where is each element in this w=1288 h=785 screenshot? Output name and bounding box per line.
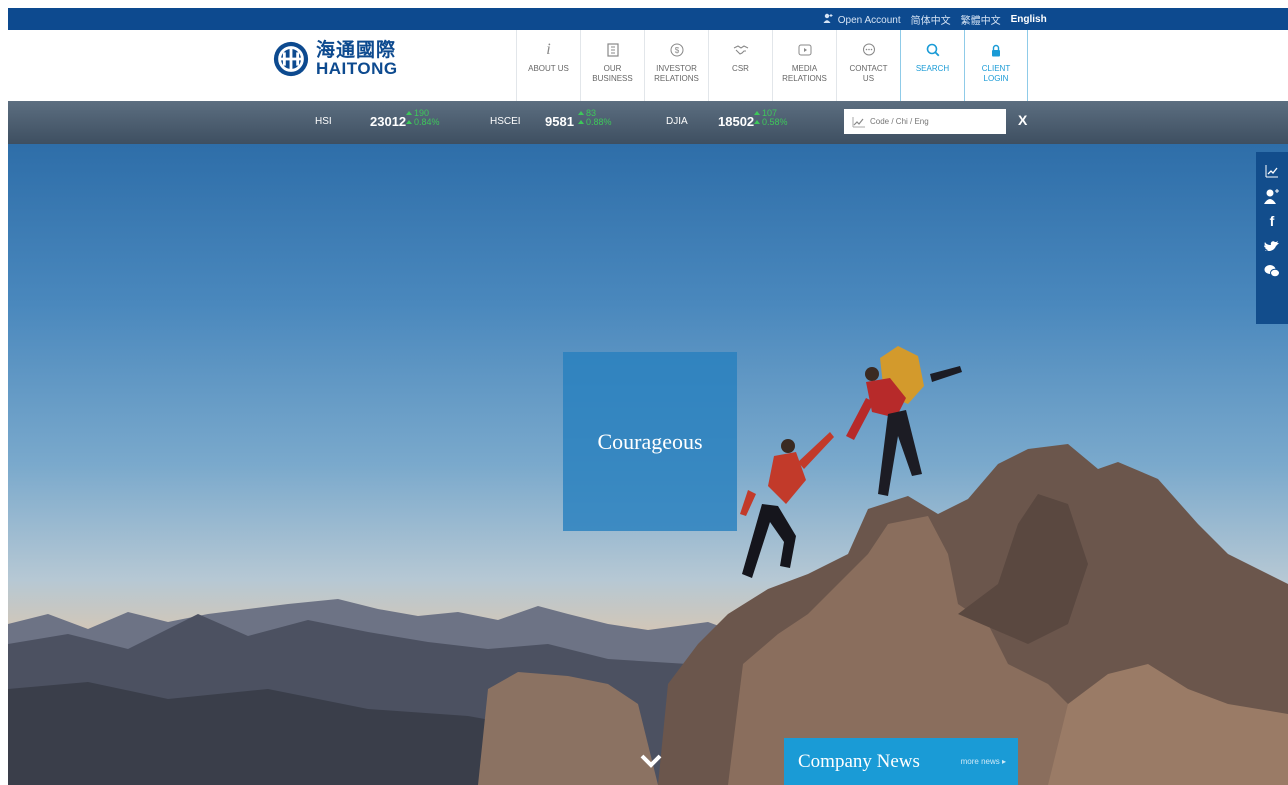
hero-value-text: Courageous bbox=[597, 428, 703, 454]
handshake-icon bbox=[733, 45, 748, 55]
ticker-djia-change: 107 0.58% bbox=[754, 108, 788, 128]
more-news-link[interactable]: more news ▸ bbox=[961, 757, 1006, 766]
up-arrow-icon bbox=[578, 120, 584, 125]
search-icon bbox=[926, 43, 939, 57]
nav-search-label: SEARCH bbox=[915, 64, 950, 73]
market-ticker: HSI 23012 190 0.84% HSCEI 9581 83 0.88% DJ… bbox=[8, 101, 1288, 144]
stock-search-close-button[interactable]: X bbox=[1018, 112, 1027, 128]
wechat-icon[interactable] bbox=[1263, 262, 1281, 280]
lang-english-link[interactable]: English bbox=[1011, 14, 1047, 25]
lang-traditional-link[interactable]: 繁體中文 bbox=[961, 12, 1001, 27]
nav-about-us-label: ABOUT US bbox=[528, 64, 569, 73]
twitter-icon[interactable] bbox=[1263, 237, 1281, 255]
ticker-hscei-name[interactable]: HSCEI bbox=[490, 116, 521, 127]
scroll-down-chevron-icon[interactable] bbox=[640, 752, 662, 770]
logo-english-text: HAITONG bbox=[316, 59, 398, 78]
user-add-icon bbox=[823, 13, 833, 23]
svg-text:$: $ bbox=[674, 46, 679, 55]
nav-investor-relations[interactable]: $ INVESTOR RELATIONS bbox=[644, 30, 708, 101]
up-arrow-icon bbox=[406, 111, 412, 115]
nav-contact-us-label: CONTACT US bbox=[849, 64, 888, 83]
up-arrow-icon bbox=[754, 111, 760, 115]
ticker-hsi-change: 190 0.84% bbox=[406, 108, 440, 128]
company-news-panel: Company News more news ▸ bbox=[784, 738, 1018, 785]
nav-search[interactable]: SEARCH bbox=[900, 30, 964, 101]
nav-our-business[interactable]: OUR BUSINESS bbox=[580, 30, 644, 101]
stock-chart-icon[interactable] bbox=[1263, 162, 1281, 180]
hero-banner: Courageous f Company News more news ▸ bbox=[8, 144, 1288, 785]
hero-value-badge: Courageous bbox=[563, 352, 737, 531]
nav-media-relations[interactable]: MEDIA RELATIONS bbox=[772, 30, 836, 101]
open-account-link[interactable]: Open Account bbox=[823, 13, 901, 26]
nav-our-business-label: OUR BUSINESS bbox=[592, 64, 633, 83]
ticker-hscei-value: 9581 bbox=[545, 114, 574, 129]
nav-media-relations-label: MEDIA RELATIONS bbox=[782, 64, 827, 83]
stock-search-input[interactable] bbox=[870, 117, 1000, 126]
main-header: 海通國際 HAITONG i ABOUT US OUR BUSINESS $ I… bbox=[0, 30, 1288, 101]
ticker-djia-value: 18502 bbox=[718, 114, 755, 129]
user-add-icon[interactable] bbox=[1263, 187, 1281, 205]
ticker-hsi-value: 23012 bbox=[370, 114, 407, 129]
up-arrow-icon bbox=[406, 120, 412, 125]
open-account-label: Open Account bbox=[837, 14, 901, 26]
chart-line-icon bbox=[852, 116, 865, 127]
company-news-title: Company News bbox=[798, 750, 920, 772]
social-sidebar: f bbox=[1256, 152, 1288, 324]
nav-investor-relations-label: INVESTOR RELATIONS bbox=[654, 64, 699, 83]
stock-search-box bbox=[844, 109, 1006, 134]
ticker-hscei-change: 83 0.88% bbox=[578, 108, 612, 128]
play-icon bbox=[798, 44, 811, 56]
nav-csr-label: CSR bbox=[732, 64, 749, 73]
up-arrow-icon bbox=[578, 111, 584, 115]
haitong-logo-icon bbox=[273, 41, 309, 77]
nav-about-us[interactable]: i ABOUT US bbox=[516, 30, 580, 101]
facebook-icon[interactable]: f bbox=[1263, 212, 1281, 230]
nav-contact-us[interactable]: CONTACT US bbox=[836, 30, 900, 101]
building-icon bbox=[606, 43, 619, 57]
info-icon: i bbox=[546, 41, 551, 59]
nav-client-login-label: CLIENT LOGIN bbox=[981, 64, 1011, 83]
haitong-logo[interactable]: 海通國際 HAITONG bbox=[272, 40, 398, 78]
dollar-icon: $ bbox=[670, 43, 683, 57]
nav-client-login[interactable]: CLIENT LOGIN bbox=[964, 30, 1028, 101]
ticker-hsi-name[interactable]: HSI bbox=[315, 116, 332, 127]
nav-csr[interactable]: CSR bbox=[708, 30, 772, 101]
lock-icon bbox=[992, 44, 1000, 56]
up-arrow-icon bbox=[754, 120, 760, 125]
logo-chinese-text: 海通國際 bbox=[316, 39, 397, 61]
top-utility-bar: Open Account 简体中文 繁體中文 English bbox=[8, 8, 1288, 30]
utility-links: Open Account 简体中文 繁體中文 English bbox=[823, 8, 1047, 30]
lang-simplified-link[interactable]: 简体中文 bbox=[911, 12, 951, 27]
chat-icon bbox=[862, 43, 875, 56]
ticker-djia-name[interactable]: DJIA bbox=[666, 116, 688, 127]
main-nav: i ABOUT US OUR BUSINESS $ INVESTOR RELAT… bbox=[516, 30, 1028, 101]
